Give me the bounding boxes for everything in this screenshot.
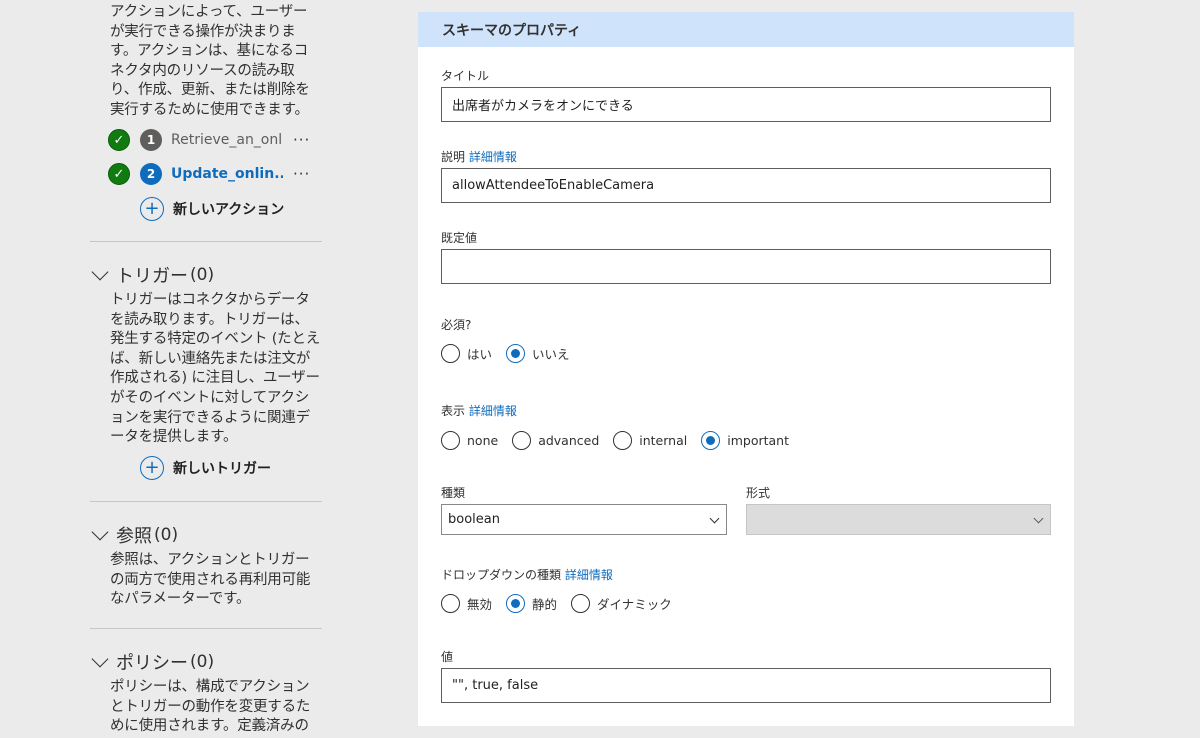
format-select [746, 504, 1051, 535]
add-icon: + [140, 197, 164, 221]
format-label: 形式 [746, 486, 771, 500]
add-icon: + [140, 456, 164, 480]
new-action-button[interactable]: + 新しいアクション [140, 197, 284, 221]
more-info-link[interactable]: 詳細情報 [469, 404, 517, 418]
required-label: 必須? [441, 318, 472, 332]
radio-circle [441, 431, 460, 450]
card-header: スキーマのプロパティ [418, 12, 1074, 47]
radio-circle [506, 344, 526, 363]
action-item-retrieve[interactable]: ✓ 1 Retrieve_an_onl... ··· [108, 128, 328, 152]
triggers-section-header[interactable]: トリガー (0) [90, 262, 214, 288]
more-icon[interactable]: ··· [293, 165, 310, 183]
radio-circle [441, 344, 460, 363]
references-section-header[interactable]: 参照 (0) [90, 522, 178, 548]
references-count: (0) [154, 525, 179, 545]
actions-description: アクションによって、ユーザー が実行できる操作が決まりま す。アクションは、基に… [110, 4, 310, 118]
triggers-title: トリガー [116, 266, 188, 287]
radio-dropdown-static[interactable]: 静的 [506, 594, 557, 613]
references-title: 参照 [116, 526, 152, 547]
radio-circle [441, 594, 460, 613]
radio-dropdown-disabled[interactable]: 無効 [441, 594, 492, 613]
radio-required-no[interactable]: いいえ [506, 344, 570, 363]
type-label: 種類 [441, 486, 466, 500]
action-item-update[interactable]: ✓ 2 Update_onlin... ··· [108, 162, 328, 186]
new-trigger-button[interactable]: + 新しいトリガー [140, 456, 271, 480]
radio-visibility-none[interactable]: none [441, 431, 498, 450]
type-select[interactable]: boolean [441, 504, 727, 535]
radio-dropdown-dynamic[interactable]: ダイナミック [571, 594, 672, 613]
radio-visibility-important[interactable]: important [701, 431, 789, 450]
schema-properties-card: スキーマのプロパティ タイトル 出席者がカメラをオンにできる 説明 詳細情報 a… [418, 12, 1074, 726]
default-value-input[interactable] [441, 249, 1051, 284]
visibility-radio-group: none advanced internal important [441, 431, 803, 450]
dropdown-type-radio-group: 無効 静的 ダイナミック [441, 594, 686, 613]
more-icon[interactable]: ··· [293, 131, 310, 149]
radio-circle [701, 431, 721, 450]
action-number: 2 [140, 163, 162, 185]
radio-circle [512, 431, 532, 450]
values-input[interactable]: "", true, false [441, 668, 1051, 703]
description-label: 説明 詳細情報 [441, 150, 517, 164]
radio-visibility-advanced[interactable]: advanced [512, 431, 599, 450]
references-description: 参照は、アクションとトリガー の両方で使用される再利用可能 なパラメーターです。 [110, 552, 311, 608]
divider [90, 628, 322, 629]
divider [90, 241, 322, 242]
more-info-link[interactable]: 詳細情報 [565, 568, 613, 582]
policies-description: ポリシーは、構成でアクション とトリガーの動作を変更するた めに使用されます。定… [110, 679, 311, 735]
required-radio-group: はい いいえ [441, 344, 584, 363]
title-input[interactable]: 出席者がカメラをオンにできる [441, 87, 1051, 122]
more-info-link[interactable]: 詳細情報 [469, 150, 517, 164]
chevron-down-icon [91, 650, 109, 668]
visibility-label: 表示 詳細情報 [441, 404, 517, 418]
chevron-down-icon [709, 513, 720, 524]
chevron-down-icon [91, 523, 109, 541]
check-icon: ✓ [108, 163, 130, 185]
chevron-down-icon [91, 263, 109, 281]
policies-count: (0) [190, 652, 215, 672]
check-icon: ✓ [108, 129, 130, 151]
radio-required-yes[interactable]: はい [441, 344, 492, 363]
policies-section-header[interactable]: ポリシー (0) [90, 649, 214, 675]
values-label: 値 [441, 650, 454, 664]
new-trigger-label: 新しいトリガー [173, 461, 271, 477]
policies-title: ポリシー [116, 653, 188, 674]
triggers-description: トリガーはコネクタからデータ を読み取ります。トリガーは、 発生する特定のイベン… [110, 292, 321, 446]
action-number: 1 [140, 129, 162, 151]
radio-visibility-internal[interactable]: internal [613, 431, 687, 450]
triggers-count: (0) [190, 265, 215, 285]
default-value-label: 既定値 [441, 231, 478, 245]
action-label[interactable]: Retrieve_an_onl... [171, 132, 283, 148]
divider [90, 501, 322, 502]
dropdown-type-label: ドロップダウンの種類 詳細情報 [441, 568, 613, 582]
radio-circle [506, 594, 526, 613]
left-panel: アクションによって、ユーザー が実行できる操作が決まりま す。アクションは、基に… [0, 0, 400, 738]
new-action-label: 新しいアクション [173, 202, 285, 218]
title-label: タイトル [441, 69, 490, 83]
radio-circle [613, 431, 633, 450]
radio-circle [571, 594, 591, 613]
chevron-down-icon [1033, 513, 1044, 524]
action-label[interactable]: Update_onlin... [171, 166, 283, 182]
description-input[interactable]: allowAttendeeToEnableCamera [441, 168, 1051, 203]
